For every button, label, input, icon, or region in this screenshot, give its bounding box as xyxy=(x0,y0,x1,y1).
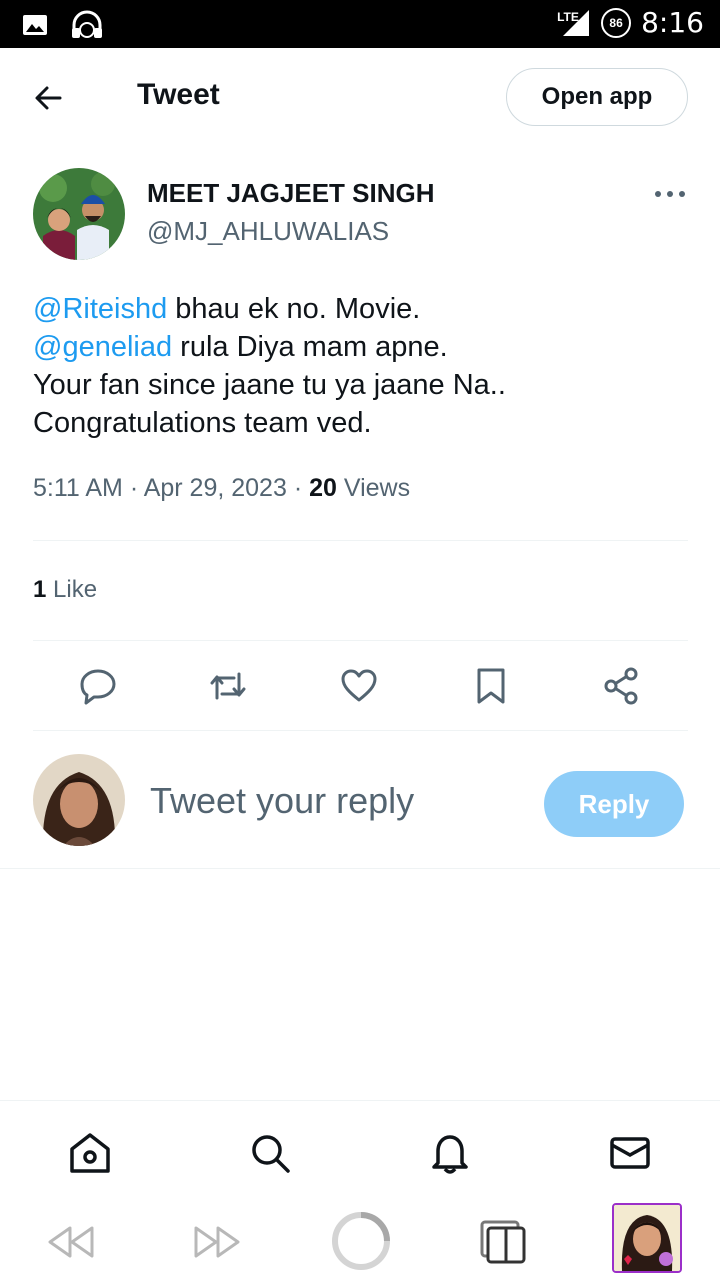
retweet-button[interactable] xyxy=(208,666,248,706)
bell-icon xyxy=(432,1135,468,1174)
more-button[interactable] xyxy=(652,182,688,206)
like-button[interactable] xyxy=(339,666,379,706)
mention-link[interactable]: @Riteishd xyxy=(33,293,167,325)
tweet-actions xyxy=(33,660,688,714)
search-icon xyxy=(252,1135,290,1173)
battery-level: 86 xyxy=(609,15,623,30)
top-bar: Tweet Open app xyxy=(0,48,720,146)
share-button[interactable] xyxy=(601,666,641,706)
page-title: Tweet xyxy=(137,78,220,111)
views-label: Views xyxy=(336,474,411,502)
user-avatar[interactable] xyxy=(33,754,125,846)
tabs-button[interactable] xyxy=(480,1216,532,1268)
likes-count: 1 xyxy=(33,576,47,603)
nav-messages[interactable] xyxy=(608,1131,652,1175)
rewind-icon xyxy=(48,1226,94,1258)
likes-link[interactable]: 1 Like xyxy=(33,576,97,604)
nav-home[interactable] xyxy=(68,1131,112,1175)
clock: 8:16 xyxy=(641,6,704,39)
tweet-text: @Riteishd bhau ek no. Movie. @geneliad r… xyxy=(33,290,683,442)
loading-spinner-icon xyxy=(332,1212,390,1270)
headphones-icon xyxy=(72,10,102,38)
author-avatar[interactable] xyxy=(33,168,125,260)
nav-notifications[interactable] xyxy=(428,1131,472,1175)
tweet-timestamp[interactable]: 5:11 AM · Apr 29, 2023 · xyxy=(33,474,309,502)
share-icon xyxy=(604,667,638,705)
divider xyxy=(0,868,720,869)
arrow-left-icon xyxy=(35,86,62,110)
reply-submit-button[interactable]: Reply xyxy=(544,771,684,837)
fast-forward-button[interactable] xyxy=(190,1216,242,1268)
status-bar: LTE 86 8:16 xyxy=(0,0,720,48)
profile-thumbnail[interactable] xyxy=(612,1203,682,1273)
bottom-nav xyxy=(0,1100,720,1201)
nav-search[interactable] xyxy=(248,1131,292,1175)
divider xyxy=(33,540,688,541)
reply-input[interactable] xyxy=(150,780,530,822)
author-handle[interactable]: @MJ_AHLUWALIAS xyxy=(147,216,389,247)
divider xyxy=(33,640,688,641)
back-button[interactable] xyxy=(30,78,70,118)
lte-signal-icon: LTE xyxy=(557,8,591,38)
fast-forward-icon xyxy=(194,1226,240,1258)
more-icon xyxy=(655,191,685,197)
tweet-meta: 5:11 AM · Apr 29, 2023 · 20 Views xyxy=(33,474,410,503)
open-app-button[interactable]: Open app xyxy=(506,68,688,126)
tweet-text-line: Congratulations team ved. xyxy=(33,407,372,439)
likes-label: Like xyxy=(46,576,98,603)
retweet-icon xyxy=(210,672,246,700)
rewind-button[interactable] xyxy=(46,1216,98,1268)
reply-button[interactable] xyxy=(78,666,118,706)
mail-icon xyxy=(610,1137,650,1169)
bookmark-button[interactable] xyxy=(471,666,511,706)
author-name[interactable]: MEET JAGJEET SINGH xyxy=(147,178,435,209)
mention-link[interactable]: @geneliad xyxy=(33,331,172,363)
views-count: 20 xyxy=(309,474,337,502)
home-icon xyxy=(70,1133,110,1173)
divider xyxy=(33,730,688,731)
tweet-text-line: bhau ek no. Movie. xyxy=(167,293,421,325)
heart-icon xyxy=(341,669,377,702)
tweet-text-line: Your fan since jaane tu ya jaane Na.. xyxy=(33,369,506,401)
tweet-text-line: rula Diya mam apne. xyxy=(172,331,448,363)
bookmark-icon xyxy=(477,668,505,704)
reply-icon xyxy=(80,669,116,705)
gallery-icon xyxy=(23,15,47,35)
tabs-icon xyxy=(480,1220,526,1264)
loading-button[interactable] xyxy=(330,1210,392,1272)
battery-icon: 86 xyxy=(601,7,632,38)
